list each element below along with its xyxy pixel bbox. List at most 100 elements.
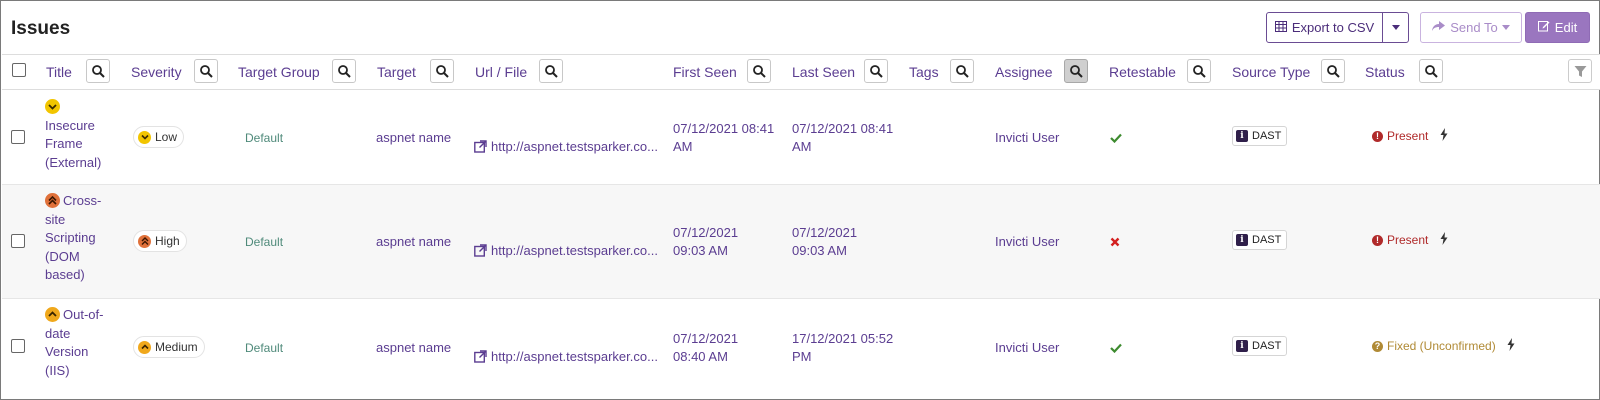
url-link[interactable]: http://aspnet.testsparker.co... xyxy=(474,243,658,258)
column-header-url[interactable]: Url / File xyxy=(475,55,527,89)
column-header-target[interactable]: Target xyxy=(377,55,416,89)
send-to-label: Send To xyxy=(1450,20,1498,35)
status-present: ! Present xyxy=(1372,129,1428,143)
search-icon xyxy=(436,65,449,78)
status-present: ! Present xyxy=(1372,233,1428,247)
target-group-link[interactable]: Default xyxy=(245,341,283,355)
search-icon xyxy=(1425,65,1438,78)
first-seen-date: 07/12/2021 09:03 AM xyxy=(673,225,739,258)
source-type-badge: i DAST xyxy=(1232,336,1288,356)
double-chevron-up-icon xyxy=(138,234,151,248)
column-header-severity[interactable]: Severity xyxy=(131,55,182,89)
external-link-icon xyxy=(474,350,487,363)
table-icon xyxy=(1274,20,1287,35)
tags-search-button[interactable] xyxy=(950,59,974,83)
table-row[interactable]: Cross- site Scripting (DOM based) High D… xyxy=(2,185,1600,299)
share-icon xyxy=(1432,20,1446,35)
assignee-search-button[interactable] xyxy=(1064,59,1088,83)
cross-icon xyxy=(1110,235,1120,250)
select-all-checkbox[interactable] xyxy=(12,63,26,77)
external-link-icon xyxy=(474,244,487,257)
export-csv-button[interactable]: Export to CSV xyxy=(1266,12,1383,43)
target-link[interactable]: aspnet name xyxy=(376,340,451,355)
exclamation-circle-icon: ! xyxy=(1372,130,1383,142)
column-header-tags[interactable]: Tags xyxy=(909,55,939,89)
last-seen-date: 07/12/2021 09:03 AM xyxy=(792,225,858,258)
search-icon xyxy=(1070,65,1083,78)
column-filter-button[interactable] xyxy=(1568,59,1592,83)
row-checkbox[interactable] xyxy=(11,130,25,144)
search-icon xyxy=(92,65,105,78)
issue-title-link[interactable]: Out-of- date Version (IIS) xyxy=(45,306,117,380)
target-group-link[interactable]: Default xyxy=(245,235,283,249)
column-header-retestable[interactable]: Retestable xyxy=(1109,55,1176,89)
issues-panel: Issues Export to CSV Send To Edit Title … xyxy=(0,0,1600,400)
table-row[interactable]: Out-of- date Version (IIS) Medium Defaul… xyxy=(2,299,1600,400)
chevron-down-icon xyxy=(45,99,60,114)
status-search-button[interactable] xyxy=(1419,59,1443,83)
page-title: Issues xyxy=(11,18,71,39)
lightning-icon[interactable] xyxy=(1507,338,1515,356)
target-group-link[interactable]: Default xyxy=(245,131,283,145)
url-link[interactable]: http://aspnet.testsparker.co... xyxy=(474,349,658,364)
column-header-last-seen[interactable]: Last Seen xyxy=(792,55,855,89)
first-seen-search-button[interactable] xyxy=(747,59,771,83)
severity-badge: Medium xyxy=(133,336,205,358)
external-link-icon xyxy=(474,140,487,153)
search-icon xyxy=(956,65,969,78)
edit-label: Edit xyxy=(1554,20,1578,35)
severity-badge: Low xyxy=(133,126,185,148)
last-seen-date: 17/12/2021 05:52 PM xyxy=(792,331,894,364)
send-to-button[interactable]: Send To xyxy=(1420,12,1522,43)
search-icon xyxy=(545,65,558,78)
row-checkbox[interactable] xyxy=(11,234,25,248)
invicti-logo-icon: i xyxy=(1236,340,1248,352)
question-circle-icon: ? xyxy=(1372,340,1383,352)
table-header: Title Severity Target Group Target Url /… xyxy=(2,54,1600,90)
target-group-search-button[interactable] xyxy=(332,59,356,83)
export-options-dropdown-button[interactable] xyxy=(1382,12,1409,43)
target-link[interactable]: aspnet name xyxy=(376,234,451,249)
column-header-assignee[interactable]: Assignee xyxy=(995,55,1053,89)
issue-title-link[interactable]: Insecure Frame (External) xyxy=(45,98,117,172)
assignee-link[interactable]: Invicti User xyxy=(995,340,1059,355)
invicti-logo-icon: i xyxy=(1236,130,1248,142)
lightning-icon[interactable] xyxy=(1440,232,1448,250)
target-link[interactable]: aspnet name xyxy=(376,130,451,145)
invicti-logo-icon: i xyxy=(1236,234,1248,246)
last-seen-search-button[interactable] xyxy=(864,59,888,83)
column-header-source-type[interactable]: Source Type xyxy=(1232,55,1310,89)
check-icon xyxy=(1110,131,1122,146)
issue-title-link[interactable]: Cross- site Scripting (DOM based) xyxy=(45,192,117,285)
url-search-button[interactable] xyxy=(539,59,563,83)
search-icon xyxy=(338,65,351,78)
double-chevron-up-icon xyxy=(45,193,60,208)
target-search-button[interactable] xyxy=(430,59,454,83)
column-header-target-group[interactable]: Target Group xyxy=(238,55,320,89)
title-search-button[interactable] xyxy=(86,59,110,83)
assignee-link[interactable]: Invicti User xyxy=(995,234,1059,249)
table-row[interactable]: Insecure Frame (External) Low Default as… xyxy=(2,90,1600,185)
lightning-icon[interactable] xyxy=(1440,128,1448,146)
filter-icon xyxy=(1574,66,1587,77)
url-link[interactable]: http://aspnet.testsparker.co... xyxy=(474,139,658,154)
retestable-search-button[interactable] xyxy=(1187,59,1211,83)
column-header-first-seen[interactable]: First Seen xyxy=(673,55,737,89)
chevron-up-icon xyxy=(45,307,60,322)
row-checkbox[interactable] xyxy=(11,339,25,353)
export-csv-label: Export to CSV xyxy=(1291,20,1375,35)
search-icon xyxy=(200,65,213,78)
chevron-up-icon xyxy=(138,340,151,354)
severity-search-button[interactable] xyxy=(194,59,218,83)
source-type-search-button[interactable] xyxy=(1321,59,1345,83)
first-seen-date: 07/12/2021 08:40 AM xyxy=(673,331,739,364)
edit-button[interactable]: Edit xyxy=(1525,12,1590,43)
last-seen-date: 07/12/2021 08:41 AM xyxy=(792,121,894,154)
chevron-down-icon xyxy=(138,130,151,144)
column-header-status[interactable]: Status xyxy=(1365,55,1405,89)
search-icon xyxy=(870,65,883,78)
column-header-title[interactable]: Title xyxy=(46,55,72,89)
severity-badge: High xyxy=(133,230,187,252)
exclamation-circle-icon: ! xyxy=(1372,234,1383,246)
assignee-link[interactable]: Invicti User xyxy=(995,130,1059,145)
